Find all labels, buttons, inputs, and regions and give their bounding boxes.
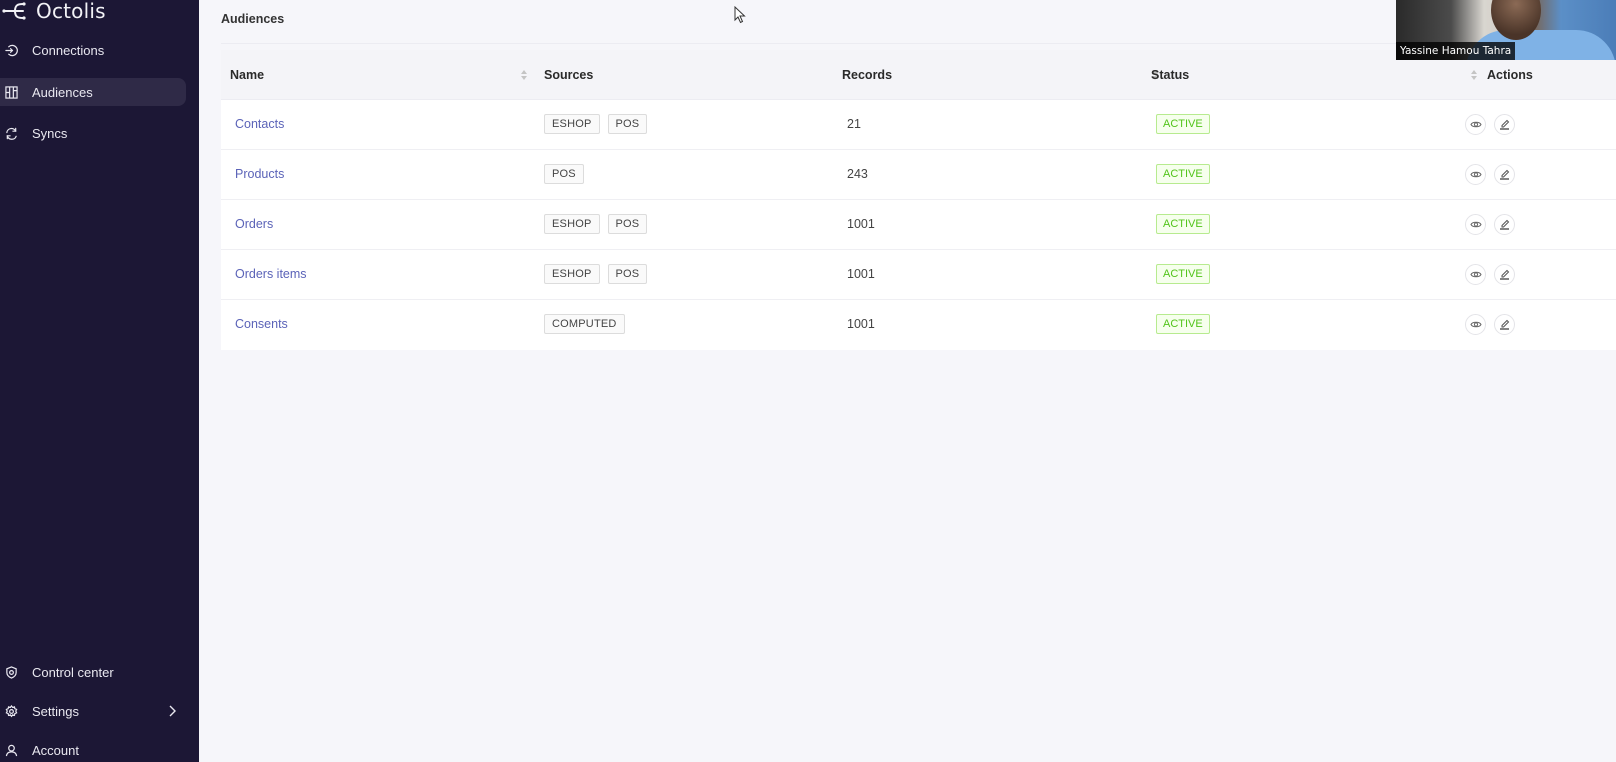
records-count: 1001 <box>847 317 875 331</box>
eye-icon <box>1469 221 1482 228</box>
sources-cell: COMPUTED <box>544 314 625 334</box>
status-badge: ACTIVE <box>1156 214 1210 234</box>
main-content: Audiences Name Sources Records Status Ac… <box>199 0 1616 762</box>
chevron-right-icon <box>168 704 178 718</box>
table-row: Orders items ESHOP POS 1001 ACTIVE <box>221 250 1616 300</box>
sort-icon[interactable] <box>1470 69 1478 81</box>
sidebar-item-label: Control center <box>32 664 114 680</box>
view-button[interactable] <box>1465 164 1486 185</box>
sidebar-item-audiences[interactable]: Audiences <box>0 78 186 106</box>
user-icon <box>4 743 18 757</box>
source-tag: COMPUTED <box>544 314 625 334</box>
row-actions <box>1465 164 1515 185</box>
audiences-icon <box>4 85 18 99</box>
table-body: Contacts ESHOP POS 21 ACTIVE Products POS… <box>221 100 1616 350</box>
column-header-records[interactable]: Records <box>842 68 892 82</box>
row-actions <box>1465 314 1515 335</box>
edit-button[interactable] <box>1494 264 1515 285</box>
shield-icon <box>4 665 18 679</box>
pencil-icon <box>1500 319 1510 330</box>
audience-name-link[interactable]: Contacts <box>235 117 284 131</box>
pencil-icon <box>1500 269 1510 280</box>
sidebar-item-settings[interactable]: Settings <box>0 697 186 725</box>
sources-cell: ESHOP POS <box>544 214 648 234</box>
eye-icon <box>1469 271 1482 278</box>
sort-icon[interactable] <box>520 69 528 81</box>
table-row: Contacts ESHOP POS 21 ACTIVE <box>221 100 1616 150</box>
pencil-icon <box>1500 119 1510 130</box>
sidebar-item-label: Settings <box>32 703 79 719</box>
sources-cell: ESHOP POS <box>544 264 648 284</box>
view-button[interactable] <box>1465 264 1486 285</box>
records-count: 21 <box>847 117 861 131</box>
table-row: Products POS 243 ACTIVE <box>221 150 1616 200</box>
source-tag: ESHOP <box>544 264 600 284</box>
sources-cell: ESHOP POS <box>544 114 648 134</box>
source-tag: ESHOP <box>544 114 600 134</box>
records-count: 1001 <box>847 217 875 231</box>
source-tag: POS <box>607 214 648 234</box>
records-count: 1001 <box>847 267 875 281</box>
sidebar-item-label: Account <box>32 742 79 758</box>
table-row: Orders ESHOP POS 1001 ACTIVE <box>221 200 1616 250</box>
audience-name-link[interactable]: Orders items <box>235 267 307 281</box>
audiences-table: Name Sources Records Status Actions Cont… <box>221 50 1616 350</box>
status-badge: ACTIVE <box>1156 264 1210 284</box>
column-header-sources: Sources <box>544 68 594 82</box>
sidebar-item-control-center[interactable]: Control center <box>0 658 186 686</box>
edit-button[interactable] <box>1494 164 1515 185</box>
row-actions <box>1465 114 1515 135</box>
pencil-icon <box>1500 169 1510 180</box>
sidebar-item-label: Connections <box>32 42 105 58</box>
sources-cell: POS <box>544 164 584 184</box>
column-header-actions: Actions <box>1487 68 1533 82</box>
page-title: Audiences <box>221 12 285 26</box>
eye-icon <box>1469 321 1482 328</box>
source-tag: POS <box>607 264 648 284</box>
syncs-icon <box>4 126 18 140</box>
table-row: Consents COMPUTED 1001 ACTIVE <box>221 300 1616 350</box>
source-tag: POS <box>544 164 584 184</box>
octolis-logo-icon <box>2 0 30 22</box>
gear-icon <box>4 704 18 718</box>
edit-button[interactable] <box>1494 314 1515 335</box>
records-count: 243 <box>847 167 868 181</box>
source-tag: POS <box>607 114 648 134</box>
participant-name: Yassine Hamou Tahra <box>1396 42 1516 60</box>
sidebar-item-label: Audiences <box>32 84 93 100</box>
column-header-status[interactable]: Status <box>1151 68 1189 82</box>
app-name: Octolis <box>36 0 106 23</box>
brand[interactable]: Octolis <box>2 0 106 24</box>
sidebar: Octolis Connections Audiences Syncs Cont… <box>0 0 199 762</box>
sidebar-item-label: Syncs <box>32 125 68 141</box>
connections-icon <box>4 43 18 57</box>
audience-name-link[interactable]: Products <box>235 167 284 181</box>
view-button[interactable] <box>1465 114 1486 135</box>
status-badge: ACTIVE <box>1156 114 1210 134</box>
edit-button[interactable] <box>1494 214 1515 235</box>
video-call-overlay[interactable]: Yassine Hamou Tahra <box>1396 0 1616 60</box>
sidebar-item-connections[interactable]: Connections <box>0 36 186 64</box>
row-actions <box>1465 214 1515 235</box>
view-button[interactable] <box>1465 214 1486 235</box>
row-actions <box>1465 264 1515 285</box>
column-header-name[interactable]: Name <box>230 68 264 82</box>
sidebar-item-syncs[interactable]: Syncs <box>0 119 186 147</box>
status-badge: ACTIVE <box>1156 314 1210 334</box>
pencil-icon <box>1500 219 1510 230</box>
audience-name-link[interactable]: Consents <box>235 317 288 331</box>
eye-icon <box>1469 171 1482 178</box>
edit-button[interactable] <box>1494 114 1515 135</box>
view-button[interactable] <box>1465 314 1486 335</box>
audience-name-link[interactable]: Orders <box>235 217 273 231</box>
eye-icon <box>1469 121 1482 128</box>
source-tag: ESHOP <box>544 214 600 234</box>
status-badge: ACTIVE <box>1156 164 1210 184</box>
sidebar-item-account[interactable]: Account <box>0 736 186 762</box>
mouse-cursor-icon <box>734 6 746 24</box>
